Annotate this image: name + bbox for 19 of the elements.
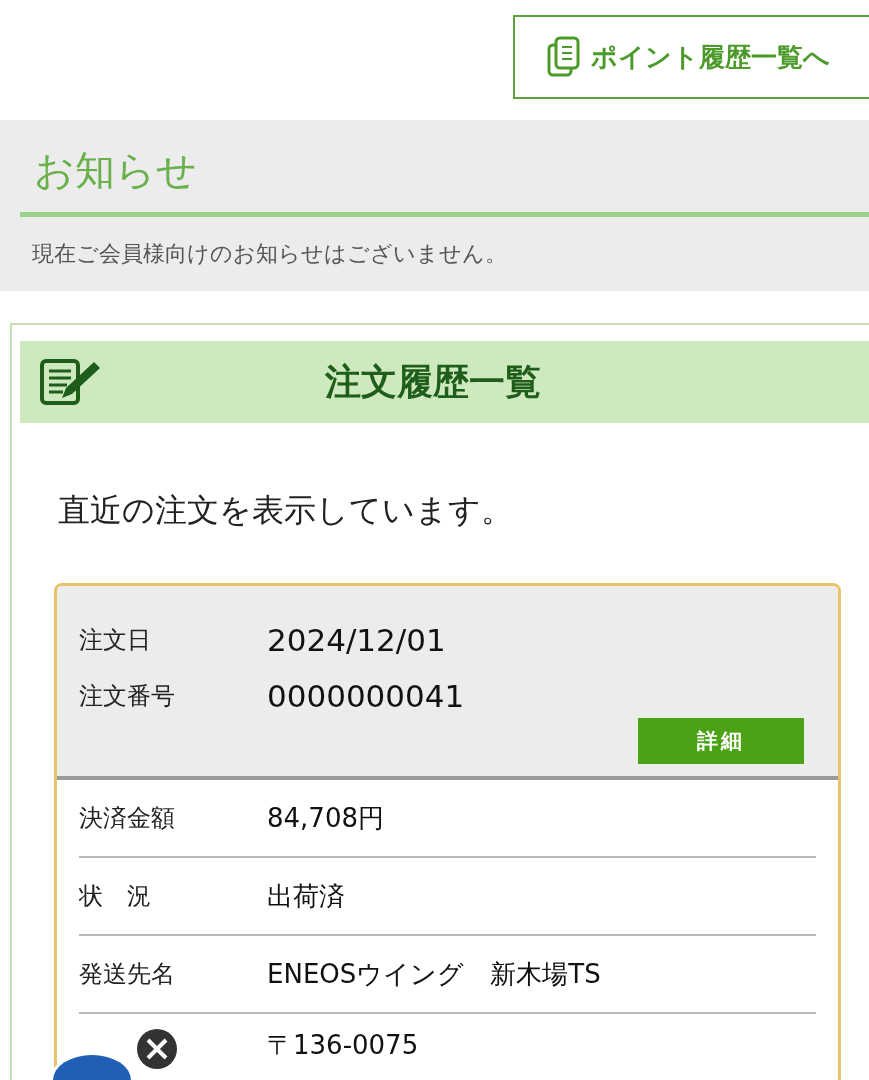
section-title: 注文履歴一覧 [323,359,542,404]
field-label: 注文日 [79,625,152,656]
field-value: 0000000041 [267,678,465,714]
field-value: 〒136-0075 [267,1029,419,1062]
field-value: 84,708円 [267,801,384,835]
detail-button[interactable]: 詳細 [638,718,804,764]
point-history-link[interactable]: ポイント履歴一覧へ [513,15,869,99]
field-value: ENEOSウイング 新木場TS [267,957,601,991]
notice-title: お知らせ [20,146,869,217]
field-label: 注文番号 [79,681,176,712]
documents-icon [547,36,581,78]
field-value: 出荷済 [267,879,345,913]
field-label: 決済金額 [79,803,176,834]
field-label: 発送先名 [79,959,176,990]
field-label: 状 況 [79,881,152,912]
field-value: 2024/12/01 [267,622,446,658]
close-icon[interactable] [136,1028,178,1070]
notice-message: 現在ご会員様向けのお知らせはございません。 [31,240,508,268]
order-description: 直近の注文を表示しています。 [57,490,514,531]
